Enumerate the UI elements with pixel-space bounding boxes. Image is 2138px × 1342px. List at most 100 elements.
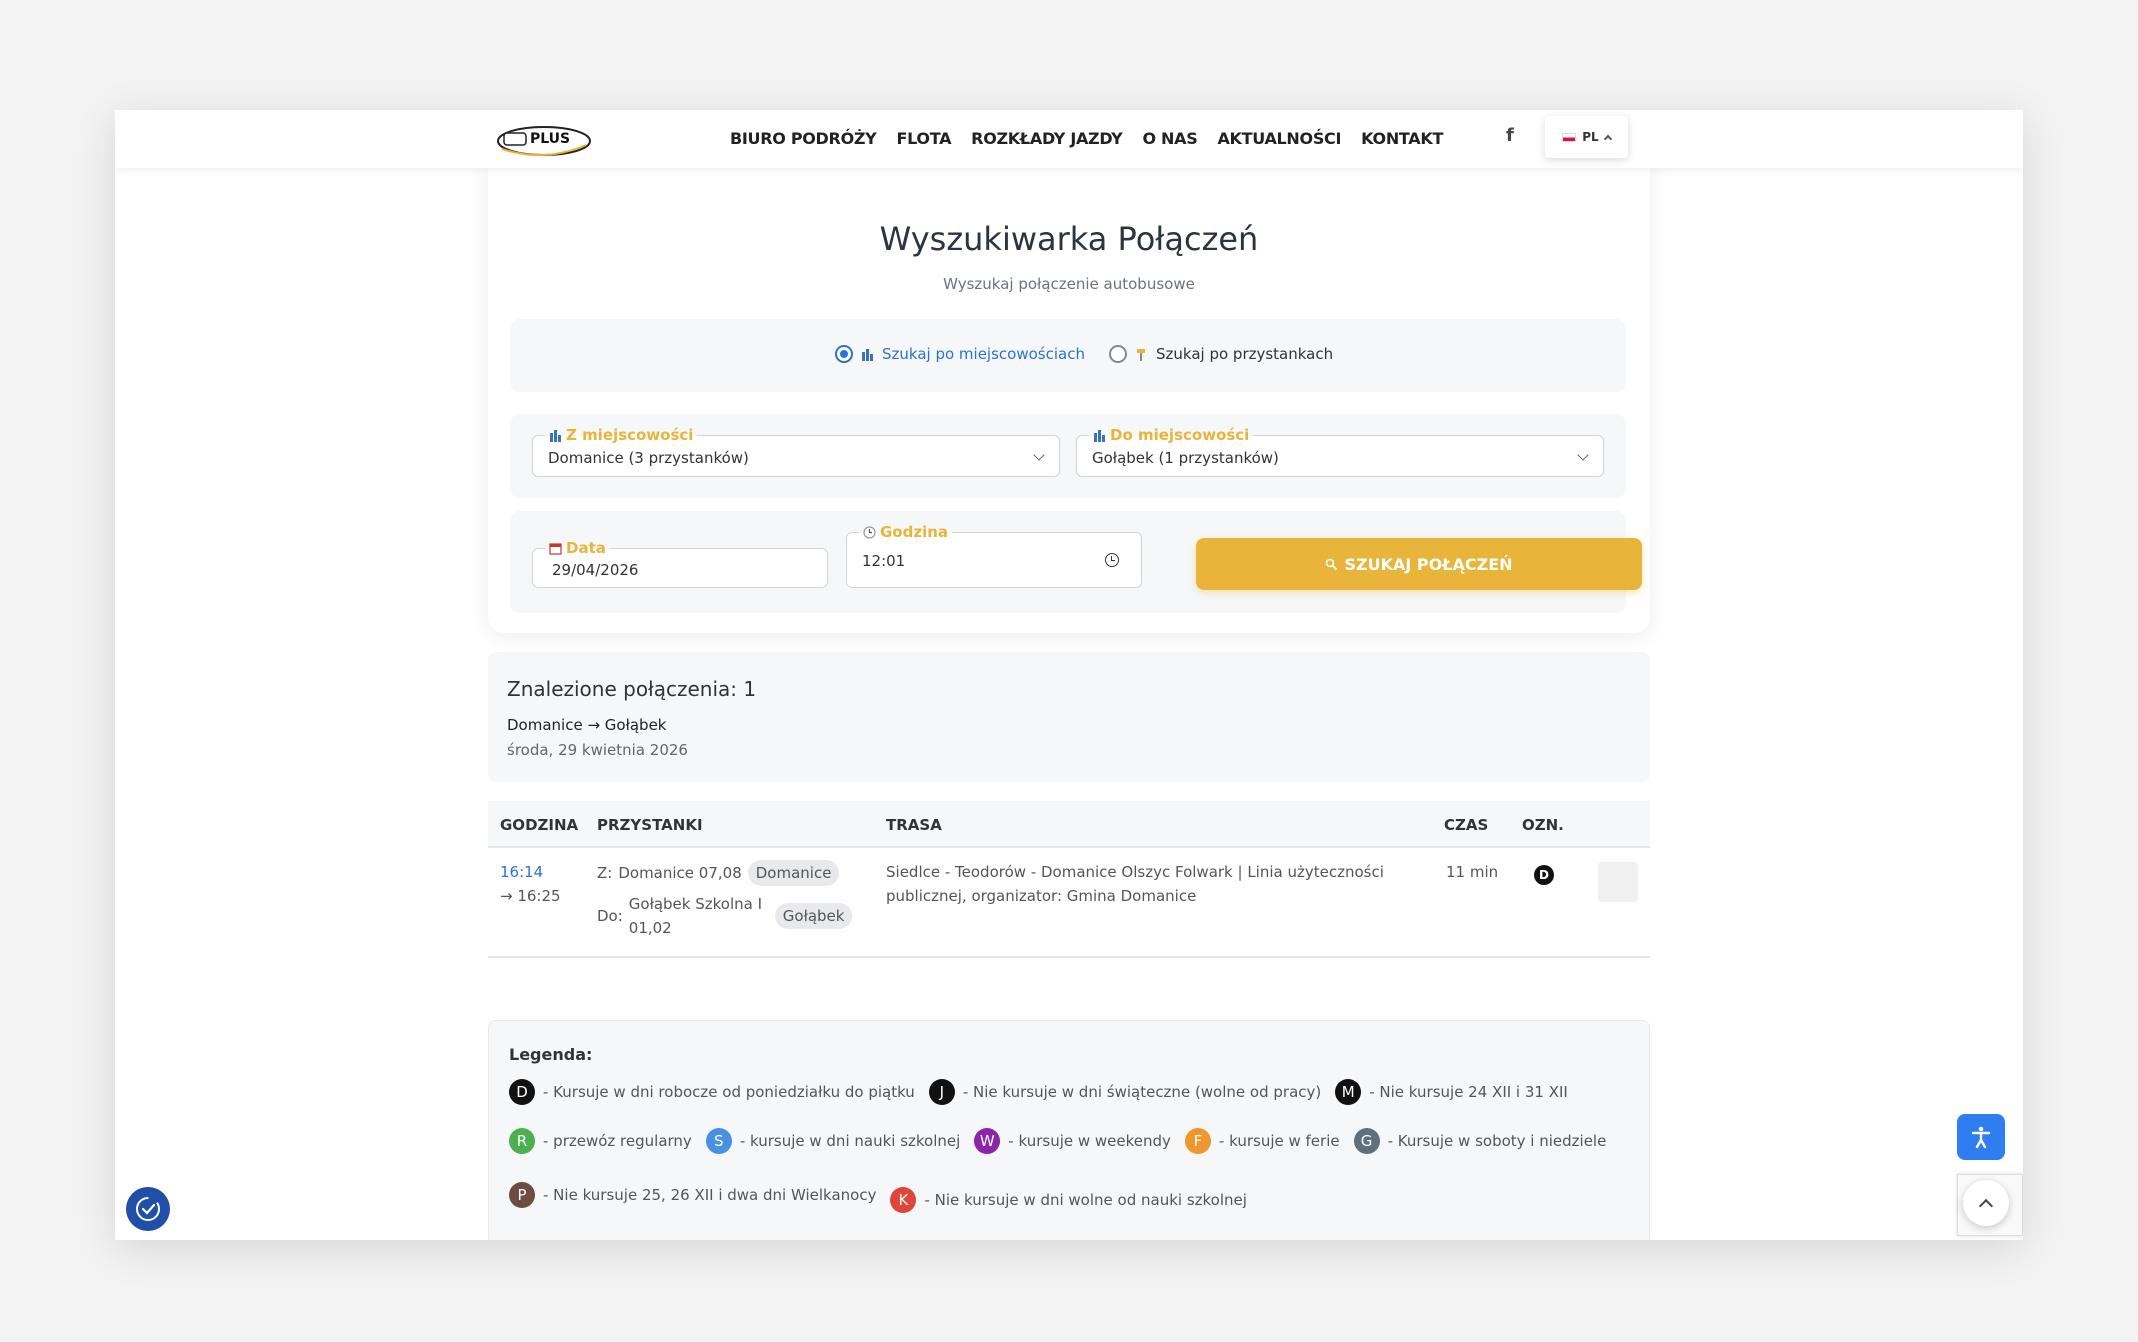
clock-icon[interactable] [1105, 553, 1119, 567]
mode-stops-radio[interactable] [1109, 345, 1127, 363]
from-city-chip: Domanice [747, 860, 840, 886]
col-trasa: TRASA [886, 816, 942, 834]
search-button-label: SZUKAJ POŁĄCZEŃ [1344, 554, 1513, 574]
legend-badge: K [890, 1187, 917, 1213]
from-city-select[interactable]: Z miejscowości Domanice (3 przystanków) [532, 426, 1060, 477]
search-mode-group: Szukaj po miejscowościach Szukaj po przy… [510, 319, 1626, 392]
nav-kontakt[interactable]: KONTAKT [1361, 129, 1443, 148]
city-select-panel: Z miejscowości Domanice (3 przystanków) … [510, 414, 1626, 498]
legend-title: Legenda: [509, 1045, 593, 1064]
to-city-label: Do miejscowości [1089, 426, 1254, 444]
search-connections-button[interactable]: SZUKAJ POŁĄCZEŃ [1196, 538, 1642, 590]
from-stop: Z: Domanice 07,08 Domanice [597, 860, 869, 886]
search-icon [1326, 558, 1338, 570]
col-godzina: GODZINA [500, 816, 579, 834]
legend-badge: M [1335, 1079, 1362, 1105]
time-input[interactable]: Godzina 12:01 [846, 523, 1142, 588]
legend-item: F - kursuje w ferie [1184, 1128, 1340, 1154]
mark-badge: D [1534, 865, 1554, 885]
legend-row: R - przewóz regularny S - kursuje w dni … [509, 1128, 1620, 1154]
legend-item: S - kursuje w dni nauki szkolnej [705, 1128, 960, 1154]
col-czas: CZAS [1444, 816, 1489, 834]
chevron-down-icon [1033, 449, 1045, 461]
date-input[interactable]: Data 29/04/2026 [532, 539, 828, 588]
legend-item: D - Kursuje w dni robocze od poniedziałk… [509, 1079, 915, 1105]
accessibility-button[interactable] [1957, 1114, 2005, 1160]
time-value: 12:01 [862, 552, 906, 570]
legend-badge: S [705, 1128, 732, 1154]
col-ozn: OZN. [1522, 816, 1564, 834]
city-icon [862, 348, 873, 361]
nav-rozklady-jazdy[interactable]: ROZKŁADY JAZDY [971, 129, 1123, 148]
date-value: 29/04/2026 [552, 561, 639, 579]
mode-cities-option[interactable]: Szukaj po miejscowościach [835, 345, 1085, 363]
legend-item: J - Nie kursuje w dni świąteczne (wolne … [928, 1079, 1321, 1105]
mode-stops-option[interactable]: Szukaj po przystankach [1109, 345, 1333, 363]
facebook-icon[interactable]: f [1506, 125, 1514, 146]
legend-badge: R [509, 1128, 535, 1154]
nav-biuro-podrozy[interactable]: BIURO PODRÓŻY [730, 129, 877, 148]
nav-aktualnosci[interactable]: AKTUALNOŚCI [1217, 129, 1341, 148]
row-action-button[interactable] [1598, 862, 1638, 902]
to-city-select[interactable]: Do miejscowości Gołąbek (1 przystanków) [1076, 426, 1604, 477]
legend-item: K - Nie kursuje w dni wolne od nauki szk… [890, 1187, 1247, 1213]
main-nav: BIURO PODRÓŻY FLOTA ROZKŁADY JAZDY O NAS… [730, 129, 1443, 148]
to-city-chip: Gołąbek [774, 903, 853, 929]
results-route: Domanice → Gołąbek [507, 716, 667, 734]
legend-item: G - Kursuje w soboty i niedziele [1353, 1128, 1606, 1154]
legend-item: P - Nie kursuje 25, 26 XII i dwa dni Wie… [509, 1182, 876, 1208]
duration-cell: 11 min [1446, 863, 1499, 881]
mark-cell: D [1534, 862, 1554, 886]
to-city-value: Gołąbek (1 przystanków) [1092, 449, 1279, 467]
arrival-time: → 16:25 [500, 887, 561, 905]
language-switcher[interactable]: PL [1545, 116, 1628, 158]
nav-o-nas[interactable]: O NAS [1142, 129, 1197, 148]
search-card: Wyszukiwarka Połączeń Wyszukaj połączeni… [488, 150, 1650, 633]
datetime-panel: Data 29/04/2026 Godzina 12:01 SZUKAJ POŁ… [510, 511, 1642, 613]
legend-row: D - Kursuje w dni robocze od poniedziałk… [509, 1079, 1582, 1105]
table-header: GODZINA PRZYSTANKI TRASA CZAS OZN. [488, 801, 1650, 848]
stop-icon [1137, 348, 1145, 361]
legend-badge: G [1353, 1128, 1380, 1154]
city-icon [1094, 429, 1105, 442]
legend-badge: J [928, 1079, 955, 1105]
time-label: Godzina [859, 523, 953, 541]
legend-panel: Legenda: D - Kursuje w dni robocze od po… [488, 1020, 1650, 1240]
date-label: Data [545, 539, 610, 557]
to-stop: Do: Gołąbek Szkolna I 01,02 Gołąbek [597, 892, 869, 940]
mode-cities-label: Szukaj po miejscowościach [882, 345, 1085, 363]
plus-logo[interactable]: PLUS [494, 119, 594, 161]
city-icon [550, 429, 561, 442]
results-summary: Znalezione połączenia: 1 Domanice → Gołą… [488, 652, 1650, 782]
table-row[interactable]: 16:14 → 16:25 Z: Domanice 07,08 Domanice… [488, 848, 1650, 958]
time-cell: 16:14 → 16:25 [500, 860, 561, 908]
legend-item: R - przewóz regularny [509, 1128, 692, 1154]
mode-stops-label: Szukaj po przystankach [1156, 345, 1334, 363]
scroll-to-top-button[interactable] [1963, 1180, 2009, 1226]
mode-cities-radio[interactable] [835, 345, 853, 363]
chevron-up-icon [1603, 134, 1612, 143]
site-header: PLUS BIURO PODRÓŻY FLOTA ROZKŁADY JAZDY … [115, 110, 2023, 168]
legend-item: M - Nie kursuje 24 XII i 31 XII [1335, 1079, 1568, 1105]
departure-time[interactable]: 16:14 [500, 860, 561, 884]
stops-cell: Z: Domanice 07,08 Domanice Do: Gołąbek S… [597, 860, 869, 940]
results-count: Znalezione połączenia: 1 [507, 677, 757, 701]
legend-badge: D [509, 1079, 535, 1105]
connections-table: GODZINA PRZYSTANKI TRASA CZAS OZN. 16:14… [488, 801, 1650, 958]
browser-viewport: PLUS BIURO PODRÓŻY FLOTA ROZKŁADY JAZDY … [115, 110, 2023, 1240]
language-code: PL [1582, 130, 1599, 144]
legend-badge: P [509, 1182, 535, 1208]
logo-text: PLUS [530, 131, 570, 147]
legend-row: P - Nie kursuje 25, 26 XII i dwa dni Wie… [509, 1177, 1261, 1213]
arrow-up-icon [1978, 1198, 1994, 1213]
cookie-settings-button[interactable] [126, 1187, 170, 1231]
clock-icon [863, 525, 876, 539]
cookie-settings-icon [136, 1197, 160, 1221]
route-cell: Siedlce - Teodorów - Domanice Olszyc Fol… [886, 863, 1384, 905]
results-date: środa, 29 kwietnia 2026 [507, 741, 688, 759]
legend-item: W - kursuje w weekendy [974, 1128, 1171, 1154]
from-city-value: Domanice (3 przystanków) [548, 449, 749, 467]
legend-badge: F [1184, 1128, 1211, 1154]
chevron-down-icon [1577, 449, 1589, 461]
nav-flota[interactable]: FLOTA [896, 129, 951, 148]
